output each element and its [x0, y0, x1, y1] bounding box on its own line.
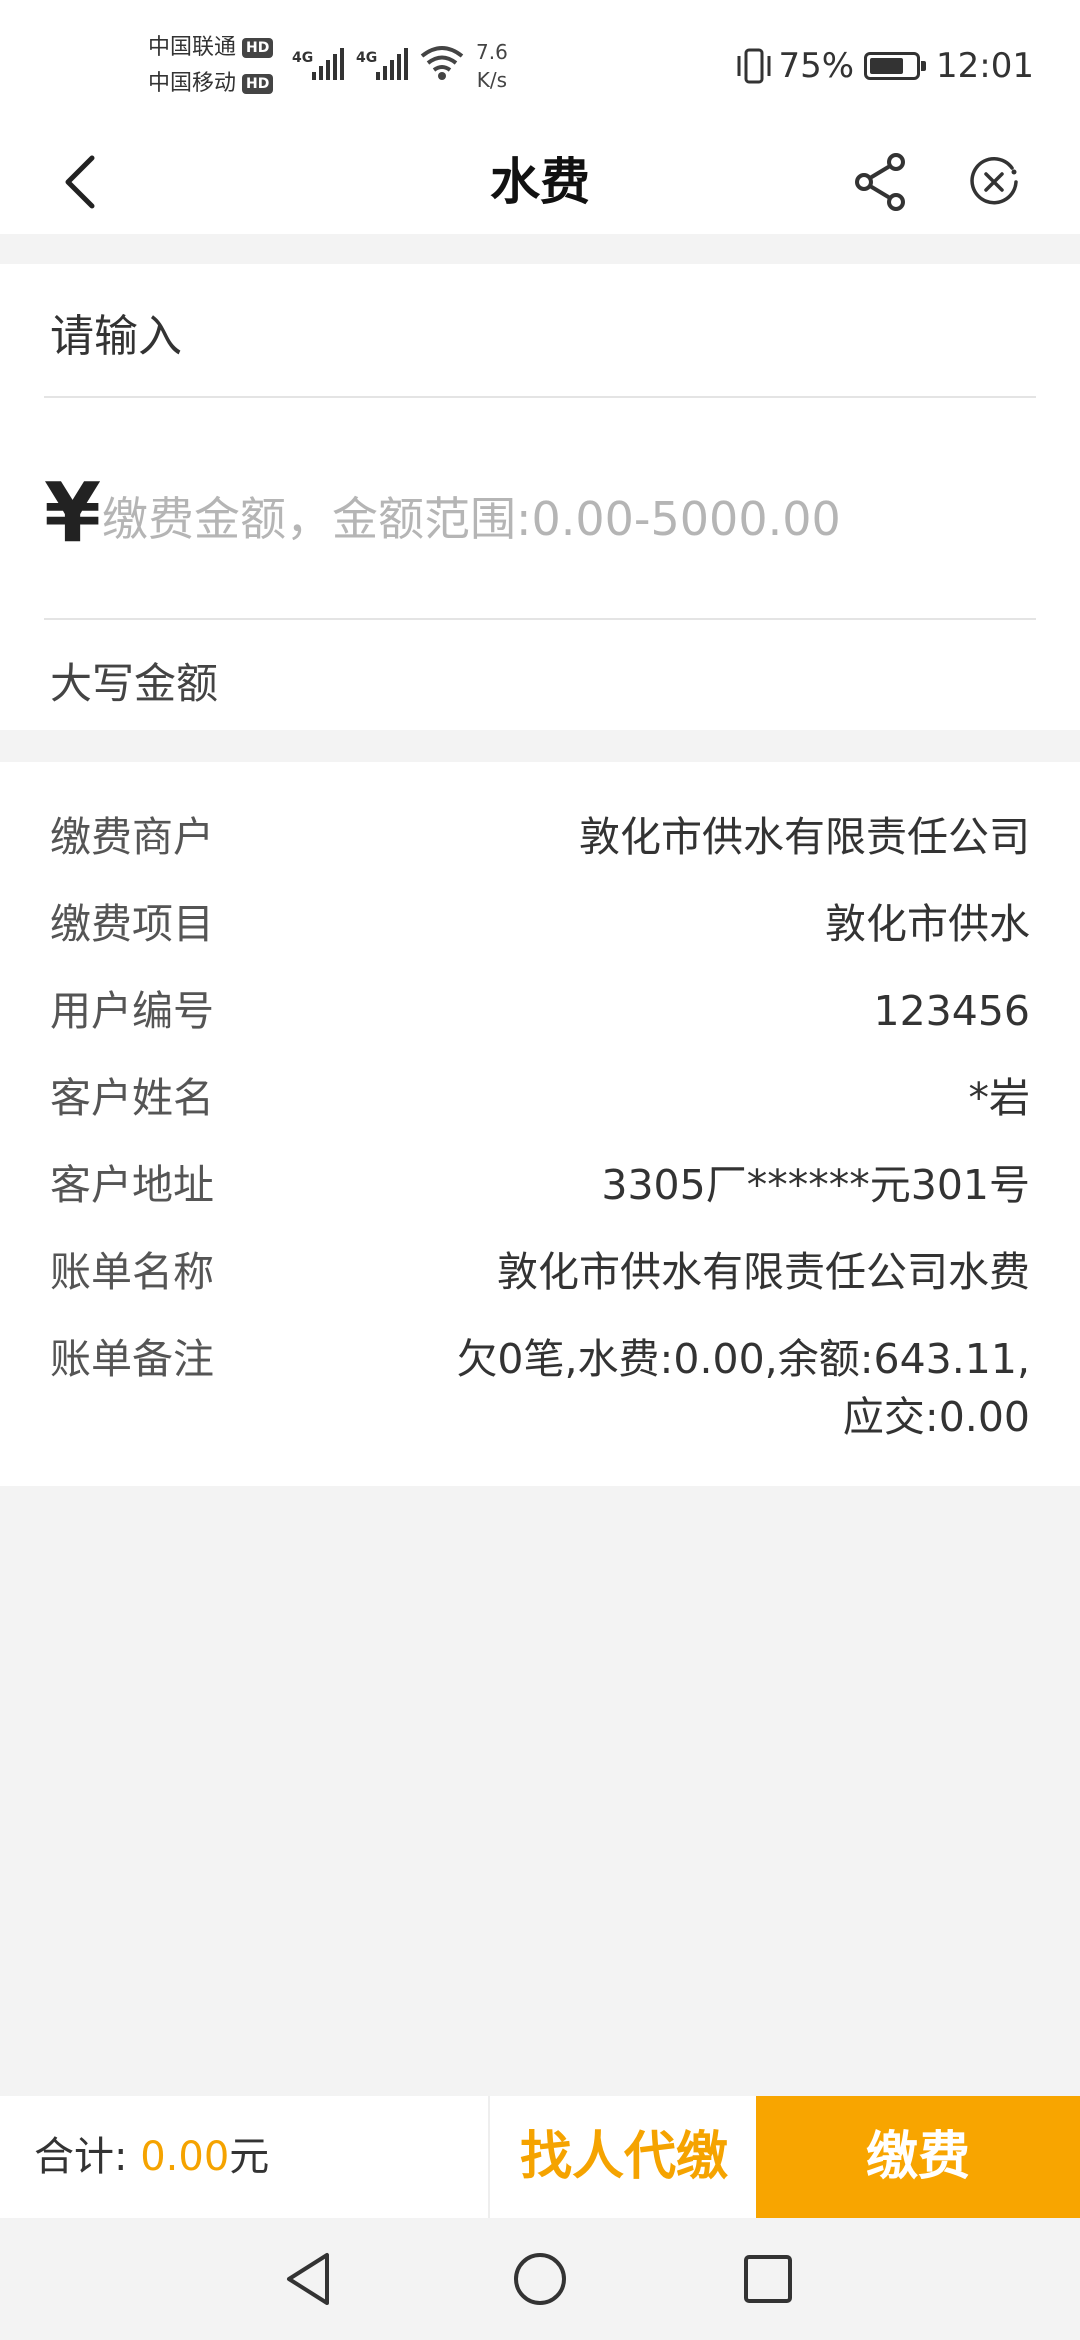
total: 合计: 0.00元 — [34, 2096, 269, 2218]
vibrate-icon — [737, 48, 771, 84]
info-value: 欠0笔,水费:0.00,余额:643.11,应交:0.00 — [456, 1335, 1030, 1441]
share-icon — [855, 153, 905, 211]
nav-back-button[interactable] — [268, 2239, 348, 2319]
divider — [44, 618, 1036, 620]
info-key: 缴费项目 — [50, 900, 214, 948]
total-unit: 元 — [229, 2134, 270, 2180]
carrier-info: 中国联通 HD 中国移动 HD — [148, 30, 274, 102]
info-key: 缴费商户 — [50, 813, 214, 861]
share-button[interactable] — [842, 142, 922, 222]
battery-icon — [864, 52, 927, 80]
info-value: 敦化市供水有限责任公司水费 — [497, 1248, 1030, 1296]
info-value: 123456 — [873, 987, 1030, 1035]
divider — [44, 396, 1036, 398]
info-key: 客户姓名 — [50, 1074, 214, 1122]
info-value: 敦化市供水 — [825, 900, 1030, 948]
hd-badge-2: HD — [242, 74, 274, 94]
capital-amount-label: 大写金额 — [50, 659, 219, 708]
back-button[interactable] — [40, 142, 120, 222]
network-speed: 7.6 K/s — [476, 38, 508, 94]
close-button[interactable] — [954, 142, 1034, 222]
info-key: 用户编号 — [50, 987, 214, 1035]
status-bar: 中国联通 HD 中国移动 HD 4G 4G 7.6 K/s 75% 12:01 — [0, 0, 1080, 130]
system-nav-bar — [0, 2218, 1080, 2340]
carrier-2: 中国移动 — [148, 71, 237, 96]
circle-home-icon — [514, 2253, 566, 2305]
close-circle-icon — [970, 157, 1018, 205]
proxy-pay-button[interactable]: 找人代缴 — [488, 2096, 758, 2218]
network-label-2: 4G — [356, 50, 377, 66]
info-value: 3305厂******元301号 — [601, 1161, 1030, 1209]
triangle-back-icon — [287, 2253, 329, 2305]
battery-percent: 75% — [778, 46, 855, 86]
input-prompt: 请输入 — [50, 311, 182, 362]
status-right: 75% 12:01 — [734, 46, 1034, 86]
total-amount: 0.00 — [140, 2134, 230, 2180]
signal-icon-1: 4G — [292, 48, 344, 80]
total-label: 合计: — [34, 2134, 128, 2180]
nav-recents-button[interactable] — [728, 2239, 808, 2319]
network-label-1: 4G — [292, 50, 313, 66]
info-value: 敦化市供水有限责任公司 — [579, 813, 1030, 861]
info-value: *岩 — [968, 1074, 1031, 1122]
info-key: 账单名称 — [50, 1248, 214, 1296]
pay-button[interactable]: 缴费 — [756, 2096, 1080, 2218]
clock: 12:01 — [936, 46, 1034, 86]
currency-symbol: ¥ — [44, 466, 102, 561]
chevron-left-icon — [65, 155, 95, 209]
info-key: 客户地址 — [50, 1161, 214, 1209]
title-bar: 水费 — [0, 130, 1080, 234]
square-recents-icon — [744, 2255, 792, 2303]
carrier-1: 中国联通 — [148, 35, 237, 60]
bill-info-card: 缴费商户 敦化市供水有限责任公司 缴费项目 敦化市供水 用户编号 123456 … — [0, 762, 1080, 1486]
wifi-icon — [420, 46, 464, 80]
info-key: 账单备注 — [50, 1335, 214, 1383]
signal-icon-2: 4G — [356, 48, 408, 80]
network-speed-value: 7.6 — [476, 40, 508, 64]
nav-home-button[interactable] — [500, 2239, 580, 2319]
amount-input[interactable] — [100, 478, 1024, 560]
network-speed-unit: K/s — [476, 68, 508, 92]
amount-input-card: 请输入 ¥ 大写金额 — [0, 264, 1080, 730]
bottom-action-bar: 合计: 0.00元 找人代缴 缴费 — [0, 2096, 1080, 2218]
hd-badge-1: HD — [242, 38, 274, 58]
